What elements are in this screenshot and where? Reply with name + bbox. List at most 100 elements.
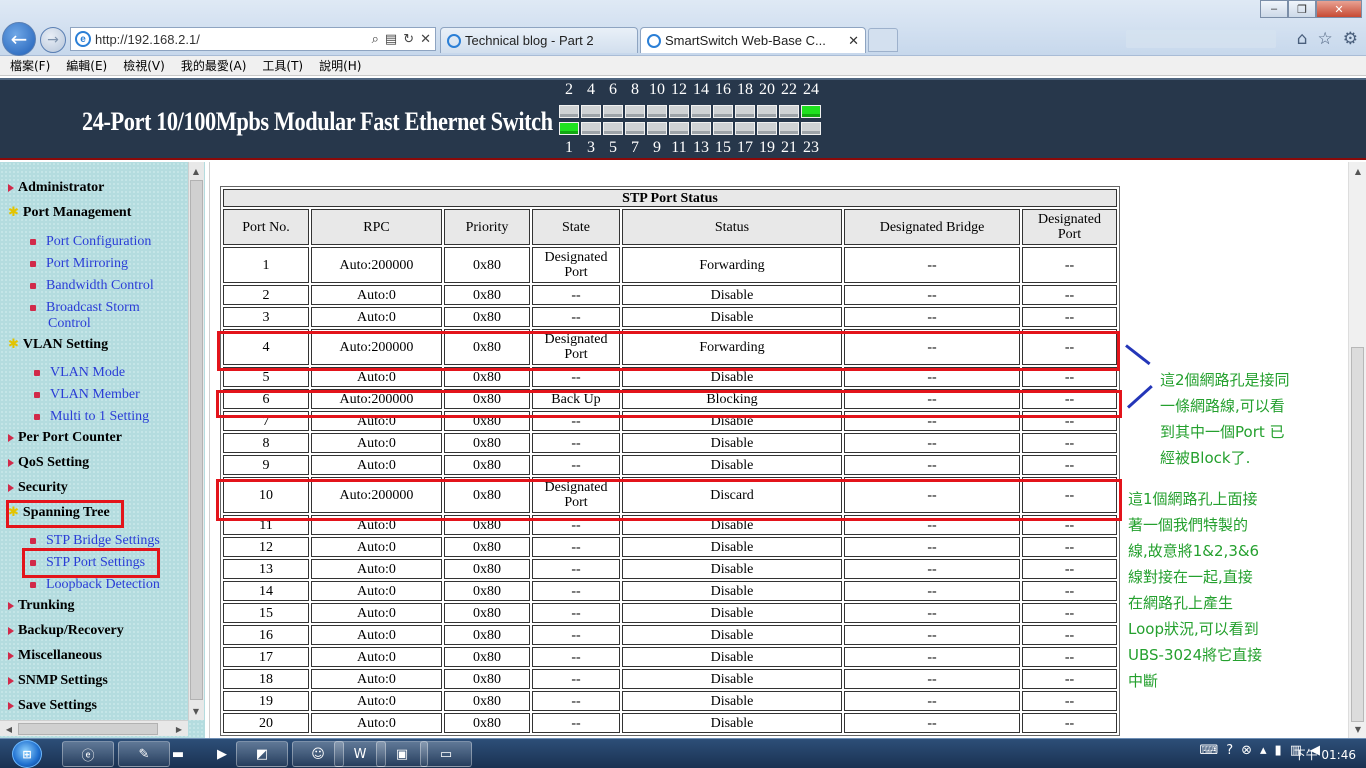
nav-qos-setting[interactable]: QoS Setting	[8, 455, 89, 471]
menu-bar: 檔案(F) 編輯(E) 檢視(V) 我的最愛(A) 工具(T) 說明(H)	[0, 56, 1366, 76]
triangle-icon	[8, 184, 14, 192]
table-row: 3 Auto:0 0x80 -- Disable -- --	[223, 307, 1117, 327]
scroll-thumb[interactable]	[190, 180, 203, 700]
menu-favorites[interactable]: 我的最愛(A)	[181, 57, 247, 74]
compatibility-icon[interactable]: ▤	[385, 32, 397, 47]
keyboard-icon[interactable]: ⌨	[1199, 743, 1218, 758]
nav-broadcast-storm-line2[interactable]: Control	[48, 316, 91, 332]
cell-priority: 0x80	[444, 285, 530, 305]
cell-priority: 0x80	[444, 329, 530, 365]
cell-designated-port: --	[1022, 691, 1117, 711]
col-rpc: RPC	[311, 209, 442, 245]
table-row: 5 Auto:0 0x80 -- Disable -- --	[223, 367, 1117, 387]
nav-loopback-detection[interactable]: Loopback Detection	[30, 577, 160, 593]
cell-designated-port: --	[1022, 455, 1117, 475]
cell-priority: 0x80	[444, 559, 530, 579]
menu-edit[interactable]: 編輯(E)	[66, 57, 107, 74]
menu-tools[interactable]: 工具(T)	[262, 57, 303, 74]
port-panel: 2 4 6 8 10 12 14 16 18 20 22 24 1 3 5 7 9 11 13 15 17 19 21 23	[558, 82, 824, 158]
tab-technical-blog[interactable]: Technical blog - Part 2	[440, 27, 638, 53]
address-text[interactable]: http://192.168.2.1/	[95, 32, 368, 47]
cell-priority: 0x80	[444, 515, 530, 535]
close-tab-icon[interactable]: ✕	[848, 33, 859, 49]
nav-vlan-mode[interactable]: VLAN Mode	[34, 365, 125, 381]
taskbar-remote[interactable]: ▭	[420, 741, 472, 767]
cell-state: --	[532, 669, 620, 689]
nav-vertical-scrollbar[interactable]: ▲ ▼	[188, 162, 204, 720]
nav-bandwidth-control[interactable]: Bandwidth Control	[30, 278, 154, 294]
forward-button[interactable]: →	[40, 27, 66, 53]
minimize-button[interactable]: –	[1260, 0, 1288, 18]
nav-save-settings[interactable]: Save Settings	[8, 698, 97, 714]
scroll-thumb[interactable]	[18, 723, 158, 735]
close-window-button[interactable]: ✕	[1316, 0, 1362, 18]
nav-stp-port-settings[interactable]: STP Port Settings	[30, 555, 145, 571]
nav-security[interactable]: Security	[8, 480, 68, 496]
nav-port-mirroring[interactable]: Port Mirroring	[30, 256, 128, 272]
nav-broadcast-storm[interactable]: Broadcast Storm	[30, 300, 140, 316]
main-vertical-scrollbar[interactable]: ▲ ▼	[1348, 162, 1366, 738]
tools-gear-icon[interactable]: ⚙	[1343, 29, 1358, 49]
switch-banner: 24-Port 10/100Mpbs Modular Fast Ethernet…	[0, 78, 1366, 160]
address-bar[interactable]: e http://192.168.2.1/ ⌕ ▤ ↻ ✕	[70, 27, 436, 51]
people-icon: ☺	[311, 746, 325, 762]
maximize-button[interactable]: ❐	[1288, 0, 1316, 18]
show-hidden-icon[interactable]: ▴	[1260, 743, 1267, 758]
new-tab-button[interactable]	[868, 28, 898, 52]
scroll-down-icon[interactable]: ▼	[1351, 722, 1365, 736]
stop-icon[interactable]: ✕	[420, 32, 431, 47]
cell-port-no: 13	[223, 559, 309, 579]
cell-port-no: 16	[223, 625, 309, 645]
port-led-4	[581, 105, 601, 118]
cell-designated-bridge: --	[844, 691, 1020, 711]
scroll-thumb[interactable]	[1351, 347, 1364, 722]
cell-designated-bridge: --	[844, 515, 1020, 535]
scroll-left-icon[interactable]: ◀	[2, 722, 16, 736]
annotation-note-2: 這1個網路孔上面接 著一個我們特製的 線,故意將1&2,3&6 線對接在一起,直…	[1128, 490, 1263, 690]
search-icon[interactable]: ⌕	[372, 32, 379, 47]
device-icon[interactable]: ▮	[1275, 743, 1282, 758]
home-icon[interactable]: ⌂	[1297, 29, 1308, 49]
search-box[interactable]	[1126, 30, 1276, 48]
scroll-up-icon[interactable]: ▲	[1351, 164, 1365, 178]
port-led-19	[757, 122, 777, 135]
nav-miscellaneous[interactable]: Miscellaneous	[8, 648, 102, 664]
nav-multi-to-1[interactable]: Multi to 1 Setting	[34, 409, 149, 425]
nav-spanning-tree[interactable]: ✱ Spanning Tree	[8, 505, 110, 521]
scroll-right-icon[interactable]: ▶	[172, 722, 186, 736]
taskbar-ie[interactable]: ⓔ	[62, 741, 114, 767]
nav-backup-recovery[interactable]: Backup/Recovery	[8, 623, 124, 639]
state-text: Designated	[544, 250, 608, 265]
nav-vlan-setting[interactable]: ✱ VLAN Setting	[8, 337, 108, 353]
nav-port-configuration[interactable]: Port Configuration	[30, 234, 151, 250]
help-icon[interactable]: ?	[1226, 743, 1233, 758]
cell-designated-bridge: --	[844, 713, 1020, 733]
scroll-down-icon[interactable]: ▼	[189, 704, 203, 718]
tab-smartswitch[interactable]: SmartSwitch Web-Base C... ✕	[640, 27, 866, 53]
nav-snmp-settings[interactable]: SNMP Settings	[8, 673, 108, 689]
taskbar-clock[interactable]: 下午 01:46	[1294, 746, 1356, 763]
state-text-line2: Port	[564, 265, 588, 280]
port-led-8	[625, 105, 645, 118]
nav-port-management[interactable]: ✱ Port Management	[8, 205, 131, 221]
nav-administrator[interactable]: Administrator	[8, 180, 104, 196]
star-icon: ✱	[8, 505, 19, 520]
nav-stp-bridge-settings[interactable]: STP Bridge Settings	[30, 533, 160, 549]
back-button[interactable]: ←	[2, 22, 36, 56]
port-led-15	[713, 122, 733, 135]
scroll-up-icon[interactable]: ▲	[189, 164, 203, 178]
menu-help[interactable]: 說明(H)	[319, 57, 361, 74]
nav-horizontal-scrollbar[interactable]: ◀ ▶	[0, 720, 188, 736]
refresh-icon[interactable]: ↻	[403, 32, 414, 47]
start-button[interactable]: ⊞	[4, 739, 50, 768]
taskbar-app[interactable]: ◩	[236, 741, 288, 767]
cell-status: Disable	[622, 455, 842, 475]
nav-per-port-counter[interactable]: Per Port Counter	[8, 430, 122, 446]
cell-status: Disable	[622, 285, 842, 305]
menu-file[interactable]: 檔案(F)	[10, 57, 50, 74]
favorites-star-icon[interactable]: ☆	[1318, 29, 1333, 49]
menu-view[interactable]: 檢視(V)	[123, 57, 165, 74]
nav-trunking[interactable]: Trunking	[8, 598, 75, 614]
ime-icon[interactable]: ⊗	[1241, 743, 1252, 758]
nav-vlan-member[interactable]: VLAN Member	[34, 387, 140, 403]
